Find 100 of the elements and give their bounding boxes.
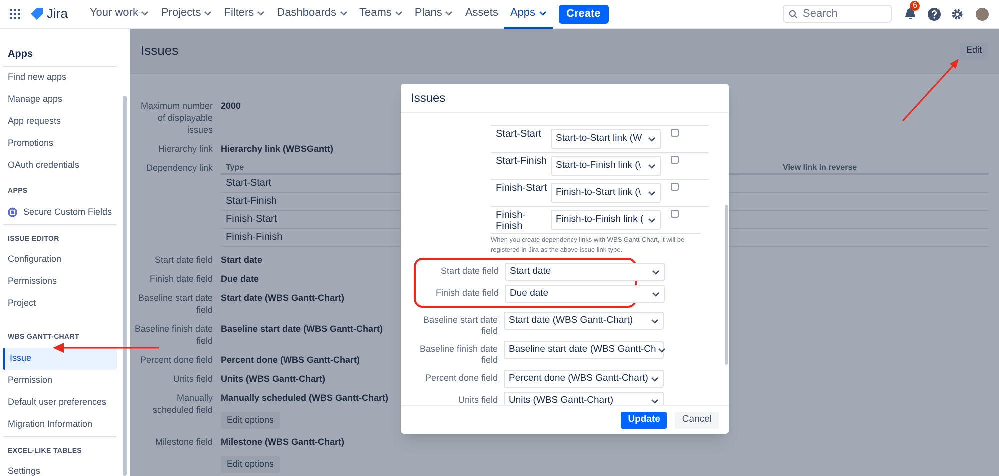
select-value: Start-to-Start link (W (556, 132, 642, 146)
chevron-down-icon (394, 10, 403, 16)
field-label: Dependency link (145, 162, 213, 175)
chevron-down-icon (257, 10, 266, 16)
select-value: Finish-to-Finish link ( (556, 212, 644, 227)
nav-menu-item[interactable]: Teams (354, 0, 409, 28)
select-dropdown[interactable]: Percent done (WBS Gantt-Chart) (504, 370, 664, 388)
sidebar-item[interactable]: Find new apps (3, 67, 117, 89)
scrollbar[interactable] (123, 96, 127, 476)
checkbox[interactable] (671, 156, 679, 164)
cancel-button[interactable]: Cancel (675, 412, 719, 428)
table-cell-text: Finish-Finish (226, 231, 283, 245)
field-value: Start date (221, 254, 263, 266)
app-icon (8, 207, 18, 218)
nav-menu-item[interactable]: Your work (84, 0, 156, 28)
link-type-label: Start-Finish (495, 156, 548, 167)
sidebar-item[interactable]: Issue (3, 348, 117, 370)
field-value: Hierarchy link (WBSGantt) (221, 143, 334, 155)
sidebar-item[interactable]: Promotions (3, 133, 117, 155)
chevron-down-icon (658, 348, 666, 352)
chevron-down-icon (340, 10, 348, 16)
select-value: Start date (WBS Gantt-Chart) (509, 314, 634, 328)
sidebar-item[interactable]: Secure Custom Fields (3, 202, 117, 224)
chevron-down-icon (648, 164, 656, 168)
edit-button[interactable]: Edit (960, 42, 988, 60)
field-value: Start date (WBS Gantt-Chart) (221, 292, 344, 304)
field-label: Start date field (440, 265, 499, 277)
edit-options-button[interactable]: Edit options (221, 412, 280, 429)
sidebar-item[interactable]: App requests (3, 111, 117, 133)
field-label: Units field (457, 394, 498, 405)
sidebar-item[interactable]: Migration Information (3, 414, 117, 436)
chevron-down-icon (648, 218, 656, 222)
page-title: Issues (141, 42, 179, 60)
field-label: Start date field (154, 254, 213, 266)
checkbox[interactable] (671, 210, 679, 218)
sidebar-title: Apps (7, 48, 34, 62)
select-dropdown[interactable]: Finish-to-Finish link ( (551, 210, 661, 230)
checkbox[interactable] (671, 183, 679, 191)
table-cell-text: Finish-Start (226, 213, 278, 227)
notification-bell-icon[interactable] (904, 8, 916, 20)
chevron-down-icon (652, 292, 660, 296)
settings-icon[interactable] (951, 8, 964, 20)
select-value: Due date (510, 286, 549, 301)
select-dropdown[interactable]: Start date (WBS Gantt-Chart) (504, 312, 664, 330)
notification-count-badge: 6 (910, 1, 920, 11)
field-value: 2000 (221, 100, 242, 112)
field-value: Units (WBS Gantt-Chart) (221, 373, 326, 385)
product-name[interactable]: Jira (47, 4, 68, 24)
chevron-down-icon (651, 376, 659, 382)
chevron-down-icon (538, 10, 547, 16)
select-dropdown[interactable]: Start-to-Finish link (\ (551, 156, 661, 176)
select-dropdown[interactable]: Due date (505, 285, 665, 303)
create-button[interactable]: Create (558, 4, 609, 24)
update-button[interactable]: Update (621, 412, 668, 428)
chevron-down-icon (648, 136, 656, 142)
field-label: Milestone field (154, 436, 213, 449)
app-grid-icon[interactable] (10, 8, 21, 20)
search-field[interactable]: Search (783, 5, 892, 23)
sidebar-item[interactable]: Settings (3, 461, 117, 476)
field-label: Percent done field (424, 372, 498, 384)
select-dropdown[interactable]: Units (WBS Gantt-Chart) (504, 392, 664, 405)
select-value: Baseline start date (WBS Gantt-Ch (509, 342, 656, 357)
search-input[interactable]: Search (803, 6, 883, 22)
logo-icon (31, 8, 43, 20)
field-value: Milestone (WBS Gantt-Chart) (221, 436, 344, 448)
sidebar-item[interactable]: Project (3, 293, 117, 315)
select-dropdown[interactable]: Baseline start date (WBS Gantt-Ch (504, 341, 664, 359)
nav-menu-item[interactable]: Filters (218, 0, 272, 28)
sidebar-item[interactable]: Permission (3, 370, 117, 392)
field-label: Finish date field (148, 273, 213, 285)
select-value: Units (WBS Gantt-Chart) (509, 394, 614, 405)
arrow (900, 56, 962, 124)
nav-menu-item[interactable]: Dashboards (271, 0, 354, 28)
nav-menu-item[interactable]: Assets (459, 0, 504, 28)
sidebar-item[interactable]: Configuration (3, 249, 117, 271)
field-label: Units field (172, 373, 213, 385)
chevron-down-icon (141, 10, 150, 16)
sidebar-item[interactable]: Default user preferences (3, 392, 117, 414)
scrollbar[interactable] (725, 205, 728, 365)
sidebar-item[interactable]: Manage apps (3, 89, 117, 111)
sidebar-item[interactable]: Permissions (3, 271, 117, 293)
checkbox[interactable] (671, 129, 679, 137)
nav-menu-item[interactable]: Projects (155, 0, 218, 28)
sidebar-item[interactable]: OAuth credentials (3, 155, 117, 177)
edit-options-button[interactable]: Edit options (221, 456, 280, 473)
field-value: Percent done (WBS Gantt-Chart) (221, 354, 360, 366)
field-value: Due date (221, 273, 260, 285)
select-dropdown[interactable]: Start date (505, 263, 665, 281)
field-label: Baseline start date field (422, 314, 498, 337)
select-dropdown[interactable]: Start-to-Start link (W (551, 129, 661, 149)
chevron-down-icon (648, 190, 656, 196)
chevron-down-icon (445, 10, 454, 16)
chevron-down-icon (651, 398, 659, 404)
select-dropdown[interactable]: Finish-to-Start link (\ (551, 183, 661, 203)
field-value: Manually scheduled (WBS Gantt-Chart) (221, 392, 389, 404)
user-avatar[interactable] (976, 8, 989, 20)
select-value: Percent done (WBS Gantt-Chart) (509, 372, 648, 386)
nav-menu-item[interactable]: Plans (408, 0, 460, 28)
select-value: Start date (510, 264, 552, 279)
help-icon[interactable] (928, 8, 941, 20)
